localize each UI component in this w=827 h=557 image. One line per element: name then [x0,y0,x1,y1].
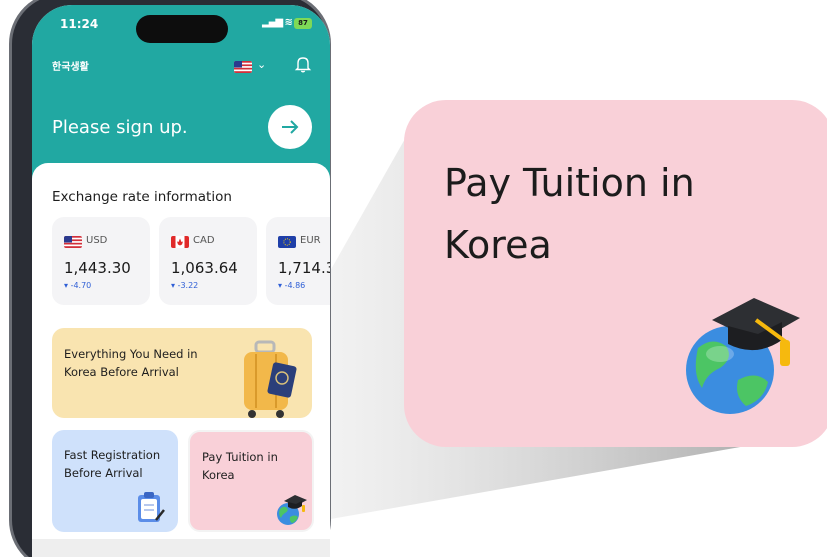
bottom-bar [32,539,330,557]
globe-graduation-cap-icon [277,495,307,525]
brand-logo[interactable]: 한국생활 [52,58,89,73]
rate-change-value: -4.70 [70,281,92,290]
tile-text: Fast Registration Before Arrival [64,448,161,480]
banner-text: Everything You Need in Korea Before Arri… [64,347,198,379]
signup-arrow-button[interactable] [268,105,312,149]
rate-change: ▾ -3.22 [171,281,198,290]
exchange-card-eur[interactable]: EUR 1,714.3 ▾ -4.86 [266,217,330,305]
rate-change: ▾ -4.70 [64,281,91,290]
currency-rate: 1,443.30 [64,259,131,277]
rate-change-value: -4.86 [284,281,306,290]
pay-tuition-tile[interactable]: Pay Tuition in Korea [188,430,314,532]
fast-registration-tile[interactable]: Fast Registration Before Arrival [52,430,178,532]
us-flag-icon[interactable] [234,61,252,73]
suitcase-passport-icon [244,340,297,418]
arrival-guide-banner[interactable]: Everything You Need in Korea Before Arri… [52,328,312,418]
exchange-card-cad[interactable]: CAD 1,063.64 ▾ -3.22 [159,217,257,305]
phone-frame: 11:24 ▂▄▆ ≋ 87 한국생활 ⌄ Please sign up. Ex… [9,0,331,557]
dynamic-island [136,15,228,43]
currency-code: CAD [193,235,215,246]
status-bar: 11:24 ▂▄▆ ≋ 87 [32,5,330,45]
currency-rate: 1,714.3 [278,259,330,277]
globe-graduation-cap-icon [686,298,800,414]
exchange-card-usd[interactable]: USD 1,443.30 ▾ -4.70 [52,217,150,305]
battery-level: 87 [294,18,312,29]
callout-title: Pay Tuition in Korea [444,161,695,267]
rate-change-value: -3.22 [177,281,199,290]
phone-screen: 11:24 ▂▄▆ ≋ 87 한국생활 ⌄ Please sign up. Ex… [32,5,330,557]
tuition-callout: Pay Tuition in Korea [404,100,827,447]
currency-code: USD [86,235,108,246]
canada-flag-icon [171,236,189,248]
status-time: 11:24 [60,17,99,31]
arrow-right-icon [282,120,299,134]
exchange-rate-title: Exchange rate information [52,189,232,205]
signup-prompt[interactable]: Please sign up. [52,117,188,138]
rate-change: ▾ -4.86 [278,281,305,290]
tile-text: Pay Tuition in Korea [202,450,278,482]
us-flag-icon [64,236,82,248]
bell-icon[interactable] [294,55,312,73]
eu-flag-icon [278,236,296,248]
signal-wifi-icon: ▂▄▆ ≋ [262,17,293,28]
chevron-down-icon[interactable]: ⌄ [257,58,266,71]
currency-rate: 1,063.64 [171,259,238,277]
clipboard-icon [138,492,165,522]
currency-code: EUR [300,235,321,246]
